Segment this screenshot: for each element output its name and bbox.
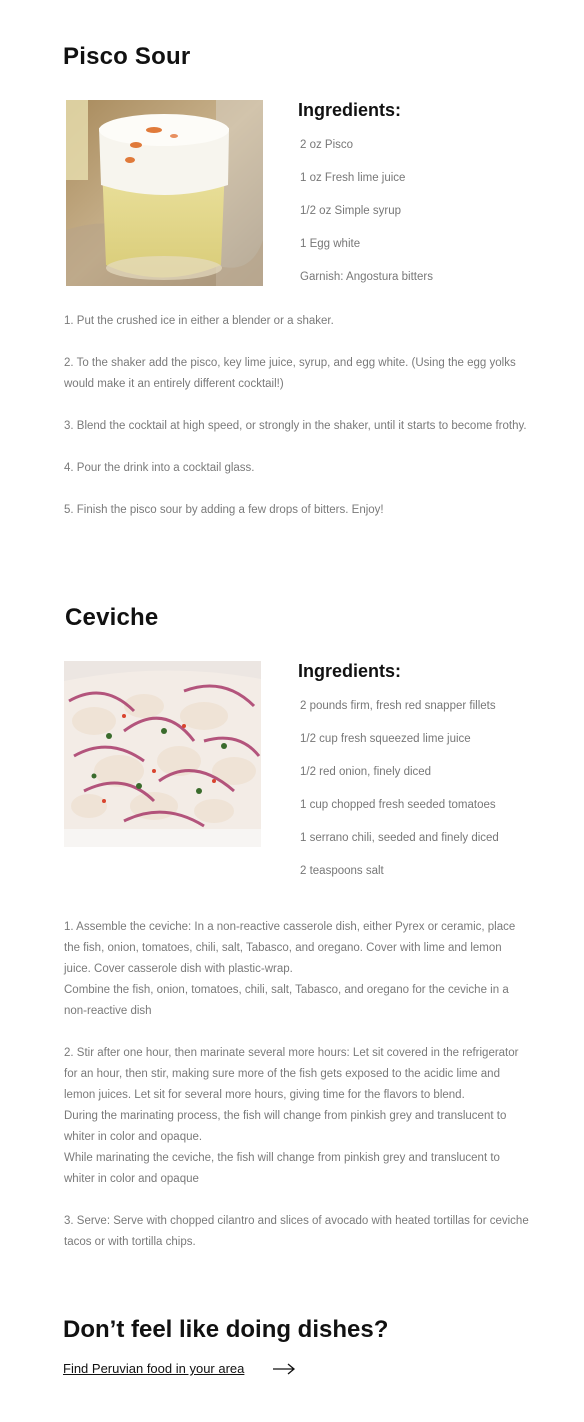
find-peruvian-food-link[interactable]: Find Peruvian food in your area — [63, 1361, 244, 1376]
recipe-title-ceviche: Ceviche — [65, 604, 159, 631]
ingredient-item: 2 pounds firm, fresh red snapper fillets — [300, 700, 496, 712]
step-paragraph: 1. Assemble the ceviche: In a non-reacti… — [64, 917, 529, 1022]
pisco-ingredients-heading: Ingredients: — [298, 100, 402, 120]
step-text: 3. Serve: Serve with chopped cilantro an… — [64, 1215, 529, 1248]
arrow-right-icon[interactable] — [272, 1359, 296, 1379]
ingredient-item: 1/2 cup fresh squeezed lime juice — [300, 733, 471, 745]
ceviche-ingredients-heading: Ingredients: — [298, 661, 402, 681]
ceviche-ingredients-list: 2 pounds firm, fresh red snapper fillets… — [300, 698, 499, 893]
step-text: While marinating the ceviche, the fish w… — [64, 1152, 500, 1185]
step-text: 3. Blend the cocktail at high speed, or … — [64, 420, 527, 432]
step-text: 2. Stir after one hour, then marinate se… — [64, 1047, 519, 1101]
step-text: During the marinating process, the fish … — [64, 1110, 507, 1143]
ingredient-item: 2 oz Pisco — [300, 139, 354, 151]
pisco-steps: 1. Put the crushed ice in either a blend… — [64, 311, 529, 542]
step-paragraph: 4. Pour the drink into a cocktail glass. — [64, 458, 529, 479]
ingredient-item: 1 Egg white — [300, 238, 361, 250]
step-paragraph: 5. Finish the pisco sour by adding a few… — [64, 500, 529, 521]
ingredient-item: Garnish: Angostura bitters — [300, 271, 433, 283]
step-text: 1. Put the crushed ice in either a blend… — [64, 315, 334, 327]
pisco-ingredients-list: 2 oz Pisco 1 oz Fresh lime juice 1/2 oz … — [300, 137, 433, 302]
ingredient-item: 2 teaspoons salt — [300, 865, 384, 877]
step-paragraph: 1. Put the crushed ice in either a blend… — [64, 311, 529, 332]
ingredient-item: 1/2 red onion, finely diced — [300, 766, 432, 778]
step-text: 2. To the shaker add the pisco, key lime… — [64, 357, 516, 390]
recipe-title-pisco-sour: Pisco Sour — [63, 43, 191, 70]
ceviche-steps: 1. Assemble the ceviche: In a non-reacti… — [64, 917, 529, 1274]
ingredient-item: 1 serrano chili, seeded and finely diced — [300, 832, 499, 844]
step-paragraph: 2. To the shaker add the pisco, key lime… — [64, 353, 529, 395]
step-text: 1. Assemble the ceviche: In a non-reacti… — [64, 921, 516, 975]
step-paragraph: 3. Blend the cocktail at high speed, or … — [64, 416, 529, 437]
step-text: 5. Finish the pisco sour by adding a few… — [64, 504, 384, 516]
ingredient-item: 1 cup chopped fresh seeded tomatoes — [300, 799, 496, 811]
step-paragraph: 2. Stir after one hour, then marinate se… — [64, 1043, 529, 1190]
ceviche-photo — [64, 661, 261, 847]
pisco-sour-photo — [66, 100, 263, 286]
step-text: 4. Pour the drink into a cocktail glass. — [64, 462, 255, 474]
step-text: Combine the fish, onion, tomatoes, chili… — [64, 984, 509, 1017]
step-paragraph: 3. Serve: Serve with chopped cilantro an… — [64, 1211, 529, 1253]
ingredient-item: 1 oz Fresh lime juice — [300, 172, 406, 184]
ingredient-item: 1/2 oz Simple syrup — [300, 205, 401, 217]
cta-title: Don’t feel like doing dishes? — [63, 1316, 389, 1343]
